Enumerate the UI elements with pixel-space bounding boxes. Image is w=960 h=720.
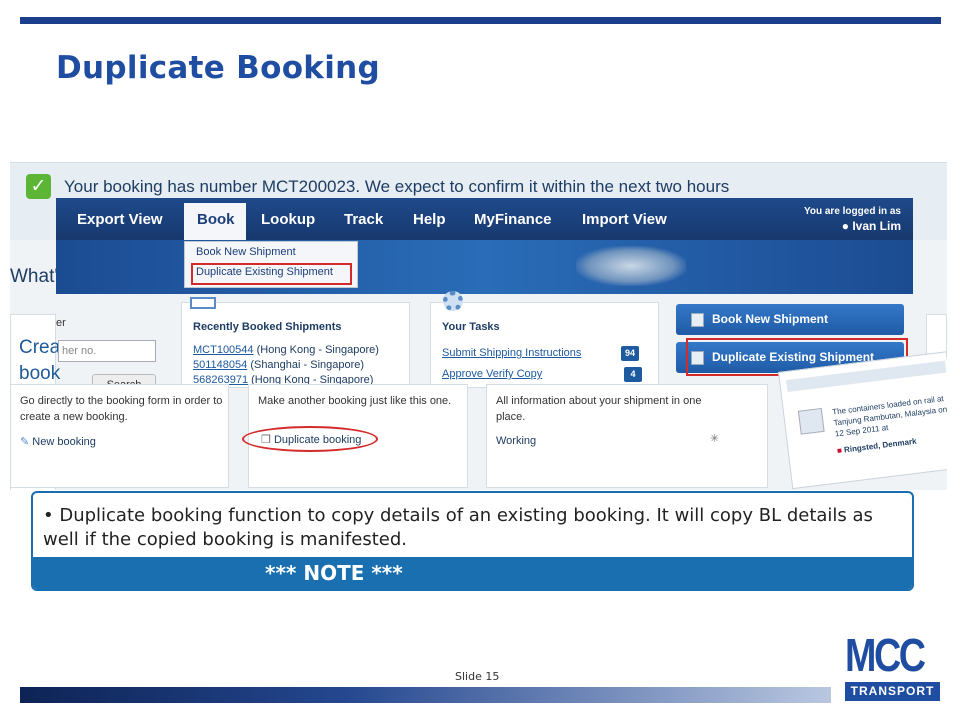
mcc-transport-logo: MCC TRANSPORT <box>845 632 940 702</box>
new-booking-description: Go directly to the booking form in order… <box>20 395 223 423</box>
duplicate-booking-highlight <box>242 426 378 452</box>
slide: Duplicate Booking ✓ Your booking has num… <box>0 0 960 720</box>
logo-subtitle: TRANSPORT <box>845 682 940 701</box>
ship-image <box>576 246 686 286</box>
shipments-icon <box>190 297 216 309</box>
recently-booked-title: Recently Booked Shipments <box>193 321 342 333</box>
number-label: er <box>56 317 66 329</box>
app-header: Export View Book Lookup Track Help MyFin… <box>56 198 913 294</box>
create-booking-title: Crea book <box>19 337 61 384</box>
slide-title: Duplicate Booking <box>56 50 381 86</box>
duplicate-menu-highlight <box>191 263 352 285</box>
task-item[interactable]: Approve Verify Copy <box>442 368 542 380</box>
task-count-badge: 4 <box>624 367 642 382</box>
nav-book[interactable]: Book <box>197 211 235 228</box>
flag-icon: ■ <box>836 445 843 456</box>
slide-number: Slide 15 <box>455 670 500 683</box>
shipment-preview-panel: The containers loaded on rail at Tanjung… <box>778 351 947 490</box>
nav-lookup[interactable]: Lookup <box>261 211 315 228</box>
recent-link[interactable]: 501148054 <box>193 359 247 371</box>
nav-myfinance[interactable]: MyFinance <box>474 211 552 228</box>
preview-location: ■ Ringsted, Denmark <box>836 436 917 456</box>
recent-row: 501148054 (Shanghai - Singapore) <box>193 359 365 371</box>
note-title-bar: *** NOTE *** <box>33 557 912 589</box>
user-name[interactable]: Ivan Lim <box>852 219 901 233</box>
your-tasks-title: Your Tasks <box>442 321 500 333</box>
screenshot: ✓ Your booking has number MCT200023. We … <box>10 162 947 490</box>
nav-help[interactable]: Help <box>413 211 446 228</box>
check-icon: ✓ <box>26 174 51 199</box>
recent-link[interactable]: MCT100544 <box>193 344 254 356</box>
your-tasks-card: Your Tasks Submit Shipping Instructions … <box>430 291 659 388</box>
note-box: • Duplicate booking function to copy det… <box>31 491 914 591</box>
footer-bar <box>20 687 831 703</box>
new-booking-card: Go directly to the booking form in order… <box>10 384 229 488</box>
top-rule <box>20 17 941 24</box>
note-title: *** NOTE *** <box>265 561 403 585</box>
nav-import-view[interactable]: Import View <box>582 211 667 228</box>
booking-number-input[interactable]: her no. <box>58 340 156 362</box>
nav-export-view[interactable]: Export View <box>77 211 163 228</box>
working-status: Working <box>496 435 537 447</box>
duplicate-booking-description: Make another booking just like this one. <box>258 395 452 407</box>
document-icon: ✎ <box>20 436 30 448</box>
document-icon <box>691 313 704 327</box>
shipment-info-card: All information about your shipment in o… <box>486 384 768 488</box>
task-item[interactable]: Submit Shipping Instructions <box>442 347 581 359</box>
confirmation-text: Your booking has number MCT200023. We ex… <box>64 177 730 196</box>
loading-spinner-icon: ✳ <box>710 432 720 445</box>
menu-book-new-shipment[interactable]: Book New Shipment <box>196 246 296 258</box>
gear-icon <box>443 291 463 311</box>
shipment-info-description: All information about your shipment in o… <box>496 395 702 423</box>
login-label: You are logged in as <box>803 206 901 217</box>
login-info: You are logged in as ● Ivan Lim <box>804 204 901 234</box>
task-count-badge: 94 <box>621 346 639 361</box>
user-icon: ● <box>841 219 849 233</box>
container-icon <box>797 407 825 435</box>
recently-booked-card: Recently Booked Shipments MCT100544 (Hon… <box>181 297 410 388</box>
note-bullet: • Duplicate booking function to copy det… <box>43 505 873 550</box>
book-new-shipment-button[interactable]: Book New Shipment <box>676 304 904 335</box>
new-booking-link[interactable]: ✎ New booking <box>20 435 96 448</box>
nav-track[interactable]: Track <box>344 211 383 228</box>
logo-brand: MCC <box>845 629 926 681</box>
nav-bar: Export View Book Lookup Track Help MyFin… <box>56 198 913 241</box>
whats-heading: What' <box>10 266 58 287</box>
preview-event-text: The containers loaded on rail at Tanjung… <box>831 394 947 439</box>
recent-row: MCT100544 (Hong Kong - Singapore) <box>193 344 379 356</box>
book-dropdown-menu: Book New Shipment Duplicate Existing Shi… <box>184 241 358 288</box>
